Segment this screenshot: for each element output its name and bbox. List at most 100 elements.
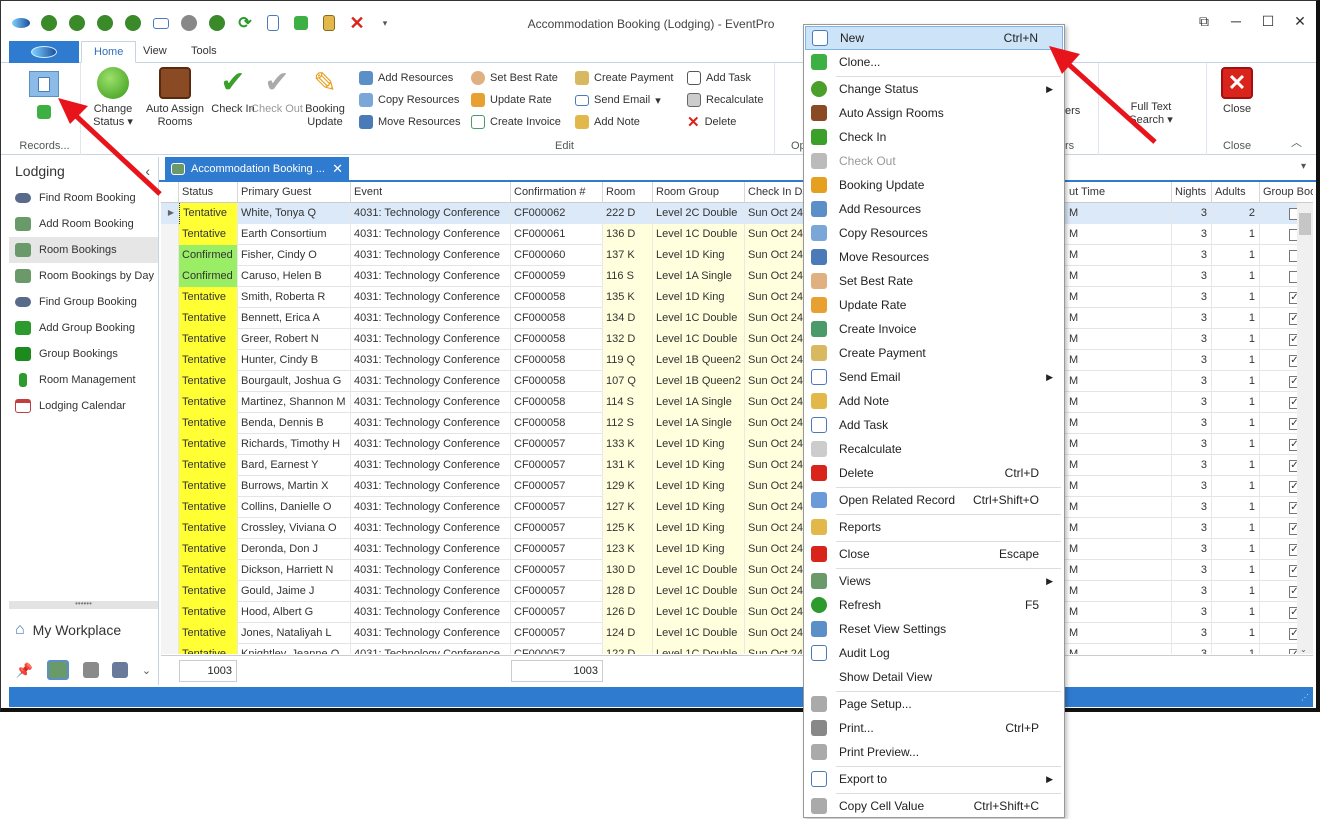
- row-indicator[interactable]: [161, 413, 179, 434]
- menu-item-page-setup[interactable]: Page Setup...: [805, 692, 1063, 716]
- add-task-button[interactable]: Add Task: [687, 69, 751, 87]
- menu-item-close[interactable]: Close Escape: [805, 542, 1063, 566]
- set-best-rate-button[interactable]: Set Best Rate: [471, 69, 558, 87]
- row-indicator[interactable]: [161, 266, 179, 287]
- table-row[interactable]: Tentative Greer, Robert N 4031: Technology…: [161, 329, 1313, 350]
- delete-button[interactable]: ✕ Delete: [687, 113, 736, 131]
- menu-item-delete[interactable]: Delete Ctrl+D: [805, 461, 1063, 485]
- new-icon[interactable]: [259, 11, 287, 35]
- collapse-ribbon-icon[interactable]: ︿: [1291, 134, 1302, 150]
- menu-item-refresh[interactable]: Refresh F5: [805, 593, 1063, 617]
- row-indicator[interactable]: [161, 392, 179, 413]
- row-indicator[interactable]: [161, 581, 179, 602]
- table-row[interactable]: Tentative Gould, Jaime J 4031: Technology …: [161, 581, 1313, 602]
- column-header[interactable]: Room: [603, 182, 653, 203]
- menu-item-create-payment[interactable]: Create Payment: [805, 341, 1063, 365]
- menu-item-views[interactable]: Views ▶: [805, 569, 1063, 593]
- menu-item-recalculate[interactable]: Recalculate: [805, 437, 1063, 461]
- row-indicator[interactable]: [161, 434, 179, 455]
- row-indicator-header[interactable]: [161, 182, 179, 203]
- mail-icon[interactable]: [147, 11, 175, 35]
- delete-icon[interactable]: ✕: [343, 11, 371, 35]
- clone-icon[interactable]: [287, 11, 315, 35]
- recalculate-button[interactable]: Recalculate: [687, 91, 763, 109]
- menu-item-change-status[interactable]: Change Status ▶: [805, 77, 1063, 101]
- lodging-module-icon[interactable]: [46, 660, 69, 680]
- table-row[interactable]: Tentative Earth Consortium 4031: Technolog…: [161, 224, 1313, 245]
- close-button[interactable]: ✕ Close: [1211, 67, 1263, 116]
- menu-item-open-related-record[interactable]: Open Related Record Ctrl+Shift+O: [805, 488, 1063, 512]
- row-indicator[interactable]: [161, 560, 179, 581]
- menu-item-reset-view-settings[interactable]: Reset View Settings: [805, 617, 1063, 641]
- sidebar-item-lodging-calendar[interactable]: Lodging Calendar: [9, 393, 158, 419]
- menu-item-copy-cell-value[interactable]: Copy Cell Value Ctrl+Shift+C: [805, 794, 1063, 818]
- venue-module-icon[interactable]: [82, 662, 99, 678]
- add-resources-button[interactable]: Add Resources: [359, 69, 453, 87]
- recent-icon[interactable]: [119, 11, 147, 35]
- change-status-button[interactable]: Change Status ▾: [87, 67, 139, 129]
- my-workplace-link[interactable]: ⌂ My Workplace: [15, 621, 121, 639]
- menu-item-clone[interactable]: Clone...: [805, 50, 1063, 74]
- new-record-button[interactable]: [29, 71, 59, 97]
- menu-item-booking-update[interactable]: Booking Update: [805, 173, 1063, 197]
- sidebar-item-find-group-booking[interactable]: Find Group Booking: [9, 289, 158, 315]
- create-payment-button[interactable]: Create Payment: [575, 69, 673, 87]
- table-row[interactable]: Tentative Bourgault, Joshua G 4031: Techno…: [161, 371, 1313, 392]
- row-indicator[interactable]: [161, 350, 179, 371]
- back-icon[interactable]: [35, 11, 63, 35]
- row-indicator[interactable]: [161, 644, 179, 654]
- table-row[interactable]: Confirmed Fisher, Cindy O 4031: Technology…: [161, 245, 1313, 266]
- pin-icon[interactable]: 📌: [16, 662, 33, 679]
- menu-item-check-in[interactable]: Check In: [805, 125, 1063, 149]
- row-indicator[interactable]: [161, 245, 179, 266]
- row-indicator[interactable]: [161, 476, 179, 497]
- sidebar-item-add-room-booking[interactable]: Add Room Booking: [9, 211, 158, 237]
- tab-tools[interactable]: Tools: [179, 41, 229, 63]
- row-indicator[interactable]: [161, 602, 179, 623]
- application-menu-button[interactable]: [9, 41, 79, 63]
- column-header[interactable]: Group Booking: [1260, 182, 1313, 203]
- full-text-search-button[interactable]: Full Text Search ▾: [1121, 101, 1181, 127]
- menu-item-add-task[interactable]: Add Task: [805, 413, 1063, 437]
- row-indicator[interactable]: [161, 287, 179, 308]
- row-indicator[interactable]: [161, 329, 179, 350]
- table-row[interactable]: Tentative Collins, Danielle O 4031: Techno…: [161, 497, 1313, 518]
- row-indicator[interactable]: [161, 455, 179, 476]
- menu-item-send-email[interactable]: Send Email ▶: [805, 365, 1063, 389]
- column-header[interactable]: Confirmation #: [511, 182, 603, 203]
- people-module-icon[interactable]: [112, 662, 129, 678]
- menu-item-reports[interactable]: Reports: [805, 515, 1063, 539]
- scroll-down-icon[interactable]: ⌄: [1300, 645, 1307, 654]
- column-header[interactable]: Adults: [1212, 182, 1260, 203]
- menu-item-move-resources[interactable]: Move Resources: [805, 245, 1063, 269]
- tab-view[interactable]: View: [131, 41, 179, 63]
- column-header[interactable]: Nights: [1172, 182, 1212, 203]
- app-logo-icon[interactable]: [7, 11, 35, 35]
- table-row[interactable]: Tentative Deronda, Don J 4031: Technology …: [161, 539, 1313, 560]
- table-row[interactable]: Tentative Crossley, Viviana O 4031: Techno…: [161, 518, 1313, 539]
- menu-item-audit-log[interactable]: Audit Log: [805, 641, 1063, 665]
- sidebar-item-add-group-booking[interactable]: Add Group Booking: [9, 315, 158, 341]
- clone-record-icon[interactable]: [37, 105, 51, 119]
- table-row[interactable]: Tentative Hood, Albert G 4031: Technology …: [161, 602, 1313, 623]
- minimize-icon[interactable]: ─: [1220, 13, 1252, 30]
- refresh-icon[interactable]: ⟳: [231, 11, 259, 35]
- table-row[interactable]: Tentative Smith, Roberta R 4031: Technolog…: [161, 287, 1313, 308]
- table-row[interactable]: Tentative Hunter, Cindy B 4031: Technology…: [161, 350, 1313, 371]
- menu-item-create-invoice[interactable]: Create Invoice: [805, 317, 1063, 341]
- restore-layout-icon[interactable]: ⧉: [1188, 13, 1220, 30]
- table-row[interactable]: Tentative Martinez, Shannon M 4031: Techno…: [161, 392, 1313, 413]
- menu-item-add-note[interactable]: Add Note: [805, 389, 1063, 413]
- menu-item-print-preview[interactable]: Print Preview...: [805, 740, 1063, 764]
- auto-assign-rooms-button[interactable]: Auto Assign Rooms: [143, 67, 207, 129]
- row-indicator[interactable]: [161, 623, 179, 644]
- column-header[interactable]: Check In Da: [745, 182, 809, 203]
- add-note-button[interactable]: Add Note: [575, 113, 640, 131]
- sidebar-item-room-bookings[interactable]: Room Bookings: [9, 237, 158, 263]
- down-icon[interactable]: [203, 11, 231, 35]
- scrollbar-thumb[interactable]: [1299, 213, 1311, 235]
- notes-icon[interactable]: [315, 11, 343, 35]
- menu-item-add-resources[interactable]: Add Resources: [805, 197, 1063, 221]
- table-row[interactable]: Tentative Jones, Nataliyah L 4031: Technol…: [161, 623, 1313, 644]
- menu-item-set-best-rate[interactable]: Set Best Rate: [805, 269, 1063, 293]
